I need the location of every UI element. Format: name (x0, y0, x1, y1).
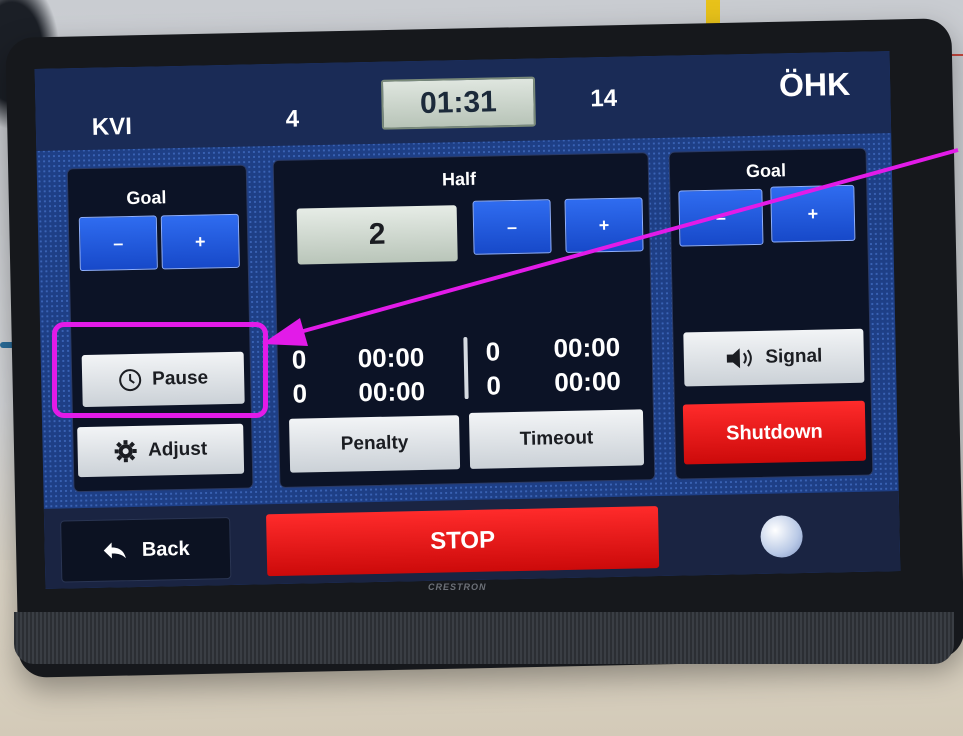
annotation-arrow (262, 148, 959, 346)
